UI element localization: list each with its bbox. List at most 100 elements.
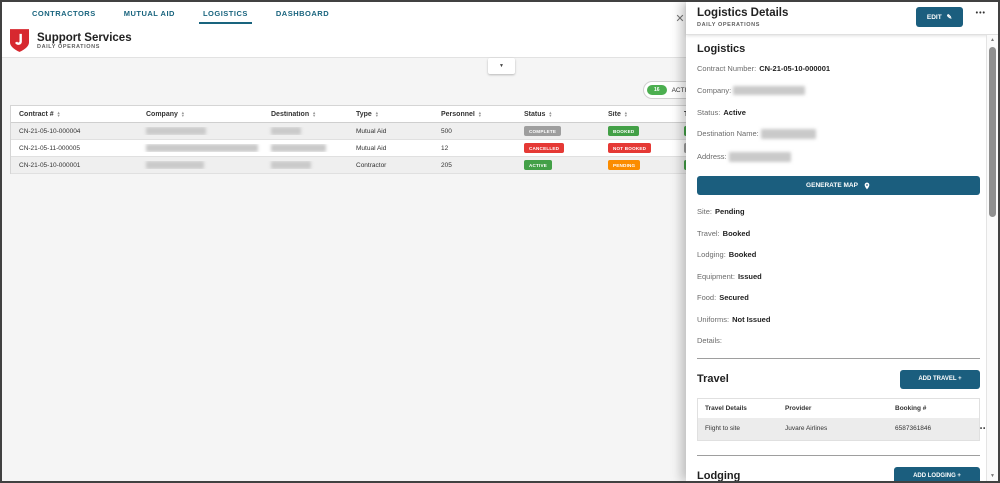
cell-status: CANCELLED <box>516 143 600 153</box>
field-site: Site:Pending <box>697 207 980 216</box>
edit-button[interactable]: EDIT ✎ <box>916 7 963 27</box>
cell-contract: CN-21-05-10-000001 <box>11 162 138 169</box>
cell-status: COMPLETE <box>516 126 600 136</box>
travel-section-heading: Travel <box>697 373 729 385</box>
panel-header: Logistics Details DAILY OPERATIONS EDIT … <box>686 2 998 35</box>
tab-logistics[interactable]: LOGISTICS <box>203 2 248 24</box>
app-subtitle: DAILY OPERATIONS <box>37 44 132 50</box>
cell-personnel: 205 <box>433 162 516 169</box>
status-badge: CANCELLED <box>524 143 564 153</box>
sort-icon[interactable]: ▲▼ <box>312 111 316 117</box>
juvare-shield-logo <box>10 29 29 52</box>
panel-title: Logistics Details <box>697 7 788 19</box>
travel-cell-details: Flight to site <box>698 425 778 432</box>
travel-table-header-row: Travel Details Provider Booking # <box>698 399 979 418</box>
travel-col-booking: Booking # <box>888 405 980 412</box>
cell-contract: CN-21-05-10-000004 <box>11 128 138 135</box>
close-icon: ✕ <box>675 12 684 25</box>
more-options-button[interactable]: ••• <box>976 10 986 17</box>
cell-type: Mutual Aid <box>348 128 433 135</box>
field-contract-number: Contract Number:CN-21-05-10-000001 <box>697 64 980 73</box>
main-area: CONTRACTORS MUTUAL AID LOGISTICS DASHBOA… <box>2 2 686 481</box>
cell-type: Mutual Aid <box>348 145 433 152</box>
table-header-row: Contract #▲▼ Company▲▼ Destination▲▼ Typ… <box>11 106 700 123</box>
col-header-contract[interactable]: Contract #▲▼ <box>11 111 138 118</box>
app-title: Support Services <box>37 32 132 44</box>
section-divider <box>697 358 980 359</box>
section-divider <box>697 455 980 456</box>
field-travel: Travel:Booked <box>697 229 980 238</box>
field-uniforms: Uniforms:Not Issued <box>697 315 980 324</box>
table-row[interactable]: CN-21-05-10-000001 Contractor 205 ACTIVE… <box>11 157 700 174</box>
cell-status: ACTIVE <box>516 160 600 170</box>
site-badge: BOOKED <box>608 126 639 136</box>
cell-personnel: 12 <box>433 145 516 152</box>
field-lodging: Lodging:Booked <box>697 250 980 259</box>
pencil-icon: ✎ <box>947 13 952 21</box>
add-travel-button[interactable]: ADD TRAVEL + <box>900 370 980 389</box>
field-details: Details: <box>697 336 980 345</box>
cell-company-redacted <box>138 127 263 135</box>
field-company: Company: <box>697 86 980 96</box>
col-header-status[interactable]: Status▲▼ <box>516 111 600 118</box>
cell-site: BOOKED <box>600 126 676 136</box>
travel-table-row[interactable]: Flight to site Juvare Airlines 658736184… <box>698 418 979 440</box>
col-header-personnel[interactable]: Personnel▲▼ <box>433 111 516 118</box>
sort-icon[interactable]: ▲▼ <box>375 111 379 117</box>
table-row[interactable]: CN-21-05-10-000004 Mutual Aid 500 COMPLE… <box>11 123 700 140</box>
status-badge: COMPLETE <box>524 126 561 136</box>
travel-section-header: Travel ADD TRAVEL + <box>697 370 980 389</box>
cell-destination-redacted <box>263 127 348 135</box>
cell-destination-redacted <box>263 161 348 169</box>
table-row[interactable]: CN-21-05-11-000005 Mutual Aid 12 CANCELL… <box>11 140 700 157</box>
cell-destination-redacted <box>263 144 348 152</box>
scroll-up-icon[interactable]: ▲ <box>987 37 998 43</box>
cell-personnel: 500 <box>433 128 516 135</box>
sort-icon[interactable]: ▲▼ <box>478 111 482 117</box>
status-badge: ACTIVE <box>524 160 552 170</box>
app-window: CONTRACTORS MUTUAL AID LOGISTICS DASHBOA… <box>0 0 1000 483</box>
col-header-site[interactable]: Site▲▼ <box>600 111 676 118</box>
sort-icon[interactable]: ▲▼ <box>624 111 628 117</box>
lodging-section-header: Lodging ADD LODGING + <box>697 467 980 481</box>
sort-icon[interactable]: ▲▼ <box>57 111 61 117</box>
site-badge: PENDING <box>608 160 640 170</box>
ellipsis-icon: ••• <box>976 10 986 17</box>
travel-table: Travel Details Provider Booking # Flight… <box>697 398 980 441</box>
col-header-company[interactable]: Company▲▼ <box>138 111 263 118</box>
field-address: Address: <box>697 152 980 162</box>
travel-cell-booking: 6587361846 <box>888 425 980 432</box>
tab-contractors[interactable]: CONTRACTORS <box>32 2 96 24</box>
tab-mutual-aid[interactable]: MUTUAL AID <box>124 2 175 24</box>
travel-cell-provider: Juvare Airlines <box>778 425 888 432</box>
lodging-section-heading: Lodging <box>697 470 740 481</box>
travel-col-details: Travel Details <box>698 405 778 412</box>
map-pin-icon <box>863 182 871 190</box>
contracts-table: Contract #▲▼ Company▲▼ Destination▲▼ Typ… <box>10 105 700 174</box>
field-status: Status:Active <box>697 108 980 117</box>
top-nav: CONTRACTORS MUTUAL AID LOGISTICS DASHBOA… <box>2 2 690 24</box>
generate-map-button[interactable]: GENERATE MAP <box>697 176 980 195</box>
panel-body: Logistics Contract Number:CN-21-05-10-00… <box>686 35 986 481</box>
expand-dropdown-button[interactable]: ▼ <box>488 58 515 74</box>
caret-down-icon: ▼ <box>499 63 504 69</box>
logistics-details-panel: Logistics Details DAILY OPERATIONS EDIT … <box>686 2 998 481</box>
col-header-destination[interactable]: Destination▲▼ <box>263 111 348 118</box>
active-count-badge: 16 <box>647 85 667 95</box>
cell-company-redacted <box>138 161 263 169</box>
sort-icon[interactable]: ▲▼ <box>181 111 185 117</box>
scroll-down-icon[interactable]: ▼ <box>987 473 998 479</box>
cell-site: PENDING <box>600 160 676 170</box>
scrollbar-thumb[interactable] <box>989 47 996 217</box>
travel-col-provider: Provider <box>778 405 888 412</box>
col-header-type[interactable]: Type▲▼ <box>348 111 433 118</box>
sort-icon[interactable]: ▲▼ <box>548 111 552 117</box>
tab-dashboard[interactable]: DASHBOARD <box>276 2 329 24</box>
cell-contract: CN-21-05-11-000005 <box>11 145 138 152</box>
app-header: Support Services DAILY OPERATIONS <box>2 24 690 58</box>
panel-scrollbar[interactable]: ▲ ▼ <box>986 35 998 481</box>
cell-site: NOT BOOKED <box>600 143 676 153</box>
add-lodging-button[interactable]: ADD LODGING + <box>894 467 980 481</box>
cell-type: Contractor <box>348 162 433 169</box>
logistics-section-heading: Logistics <box>697 43 980 55</box>
